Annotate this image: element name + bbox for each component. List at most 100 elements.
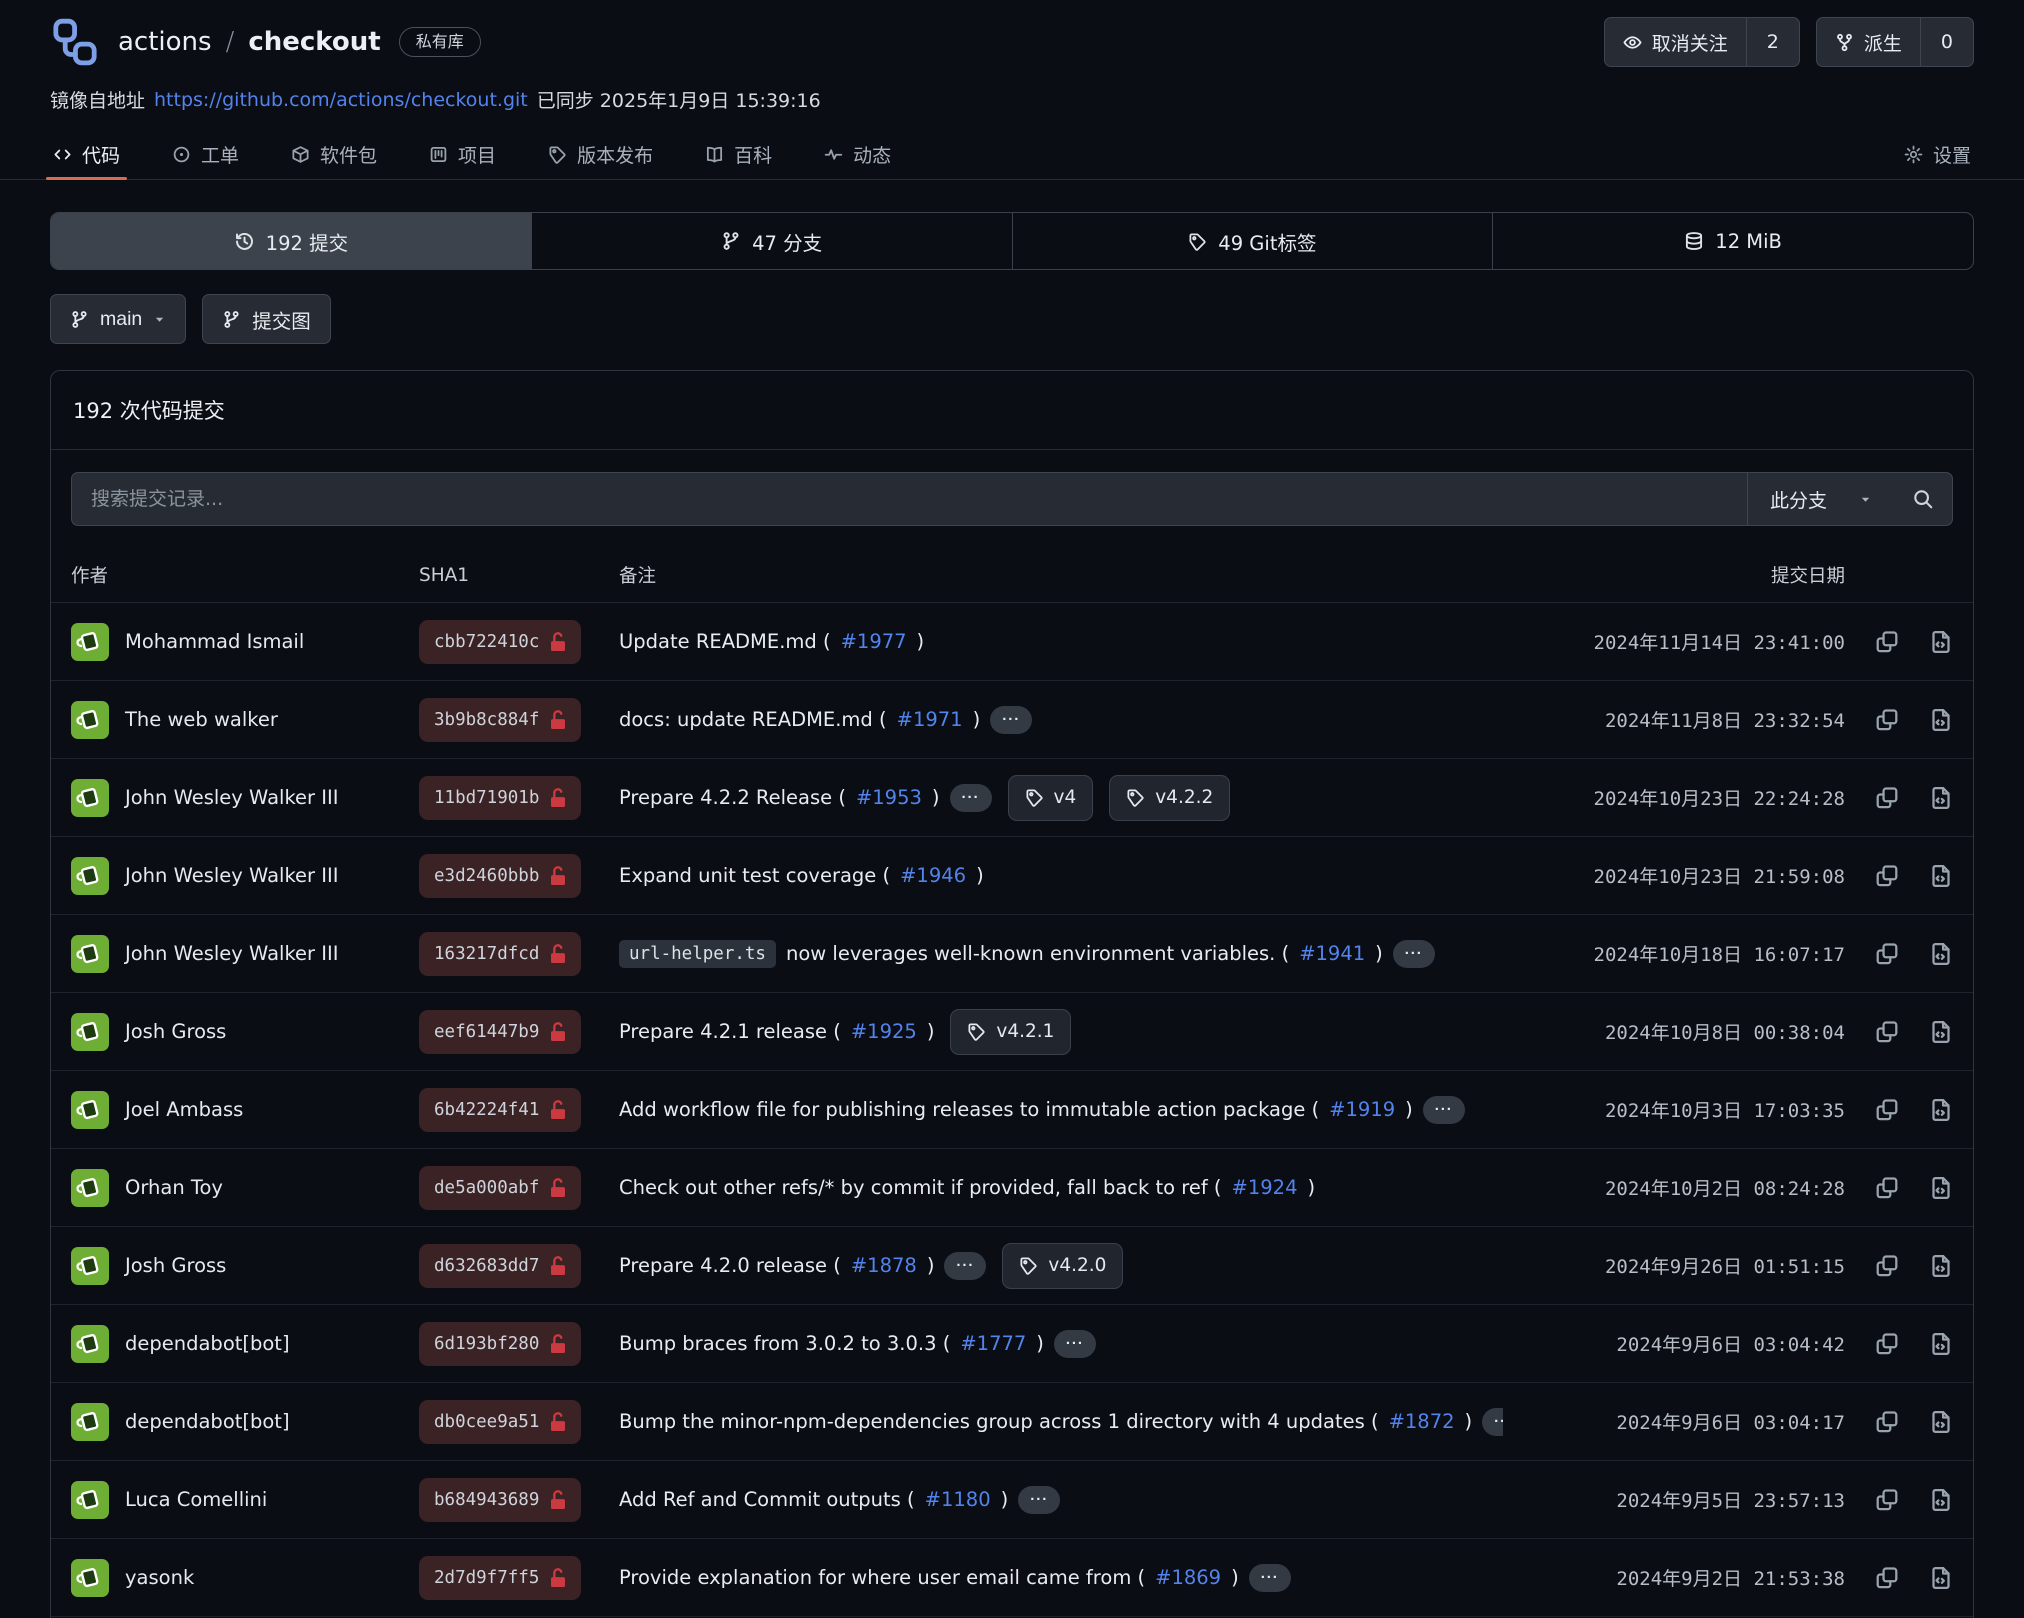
commit-sha-link[interactable]: cbb722410c — [419, 620, 581, 664]
expand-commit-message-button[interactable]: ··· — [990, 706, 1032, 734]
pull-request-link[interactable]: #1872 — [1389, 1410, 1455, 1433]
version-tag-chip[interactable]: v4 — [1008, 775, 1094, 821]
expand-commit-message-button[interactable]: ··· — [1018, 1486, 1060, 1514]
author-avatar[interactable] — [71, 701, 109, 739]
search-button[interactable] — [1894, 473, 1952, 525]
author-avatar[interactable] — [71, 1559, 109, 1597]
expand-commit-message-button[interactable]: ··· — [1393, 940, 1435, 968]
expand-commit-message-button[interactable]: ··· — [950, 784, 992, 812]
author-avatar[interactable] — [71, 935, 109, 973]
pull-request-link[interactable]: #1946 — [900, 864, 966, 887]
author-avatar[interactable] — [71, 1169, 109, 1207]
copy-sha-button[interactable] — [1875, 1488, 1899, 1512]
author-name[interactable]: The web walker — [125, 708, 278, 731]
stat-commits[interactable]: 192 提交 — [51, 213, 532, 269]
tab-settings[interactable]: 设置 — [1901, 129, 1974, 179]
author-name[interactable]: Mohammad Ismail — [125, 630, 304, 653]
browse-source-button[interactable] — [1929, 786, 1953, 810]
tab-releases[interactable]: 版本发布 — [545, 129, 656, 179]
commit-sha-link[interactable]: b684943689 — [419, 1478, 581, 1522]
browse-source-button[interactable] — [1929, 1176, 1953, 1200]
pull-request-link[interactable]: #1925 — [851, 1020, 917, 1043]
author-avatar[interactable] — [71, 1091, 109, 1129]
pull-request-link[interactable]: #1919 — [1329, 1098, 1395, 1121]
pull-request-link[interactable]: #1953 — [856, 786, 922, 809]
stat-tags[interactable]: 49 Git标签 — [1013, 213, 1494, 269]
pull-request-link[interactable]: #1941 — [1299, 942, 1365, 965]
tab-packages[interactable]: 软件包 — [288, 129, 380, 179]
expand-commit-message-button[interactable]: ··· — [1249, 1564, 1291, 1592]
browse-source-button[interactable] — [1929, 1332, 1953, 1356]
author-name[interactable]: yasonk — [125, 1566, 194, 1589]
commit-sha-link[interactable]: 6b42224f41 — [419, 1088, 581, 1132]
commit-sha-link[interactable]: d632683dd7 — [419, 1244, 581, 1288]
author-name[interactable]: John Wesley Walker III — [125, 942, 339, 965]
stat-branches[interactable]: 47 分支 — [532, 213, 1013, 269]
commit-sha-link[interactable]: e3d2460bbb — [419, 854, 581, 898]
browse-source-button[interactable] — [1929, 1098, 1953, 1122]
commit-sha-link[interactable]: db0cee9a51 — [419, 1400, 581, 1444]
browse-source-button[interactable] — [1929, 1254, 1953, 1278]
expand-commit-message-button[interactable]: ··· — [1482, 1408, 1503, 1436]
copy-sha-button[interactable] — [1875, 630, 1899, 654]
breadcrumb-owner[interactable]: actions — [118, 27, 212, 57]
author-avatar[interactable] — [71, 1481, 109, 1519]
pull-request-link[interactable]: #1924 — [1232, 1176, 1298, 1199]
author-name[interactable]: Josh Gross — [125, 1254, 226, 1277]
pull-request-link[interactable]: #1869 — [1155, 1566, 1221, 1589]
author-name[interactable]: Joel Ambass — [125, 1098, 243, 1121]
tab-activity[interactable]: 动态 — [821, 129, 894, 179]
commit-graph-button[interactable]: 提交图 — [202, 294, 331, 344]
author-avatar[interactable] — [71, 1403, 109, 1441]
copy-sha-button[interactable] — [1875, 786, 1899, 810]
commit-sha-link[interactable]: eef61447b9 — [419, 1010, 581, 1054]
tab-wiki[interactable]: 百科 — [702, 129, 775, 179]
fork-button[interactable]: 派生 0 — [1816, 17, 1974, 67]
copy-sha-button[interactable] — [1875, 1020, 1899, 1044]
copy-sha-button[interactable] — [1875, 864, 1899, 888]
forks-count[interactable]: 0 — [1920, 18, 1973, 66]
commit-sha-link[interactable]: 11bd71901b — [419, 776, 581, 820]
browse-source-button[interactable] — [1929, 1566, 1953, 1590]
copy-sha-button[interactable] — [1875, 1410, 1899, 1434]
author-avatar[interactable] — [71, 1325, 109, 1363]
expand-commit-message-button[interactable]: ··· — [1054, 1330, 1096, 1358]
author-name[interactable]: John Wesley Walker III — [125, 786, 339, 809]
author-name[interactable]: dependabot[bot] — [125, 1332, 290, 1355]
author-name[interactable]: Josh Gross — [125, 1020, 226, 1043]
browse-source-button[interactable] — [1929, 942, 1953, 966]
copy-sha-button[interactable] — [1875, 1566, 1899, 1590]
copy-sha-button[interactable] — [1875, 1254, 1899, 1278]
commit-sha-link[interactable]: 6d193bf280 — [419, 1322, 581, 1366]
watchers-count[interactable]: 2 — [1746, 18, 1799, 66]
copy-sha-button[interactable] — [1875, 1176, 1899, 1200]
copy-sha-button[interactable] — [1875, 1332, 1899, 1356]
copy-sha-button[interactable] — [1875, 942, 1899, 966]
pull-request-link[interactable]: #1777 — [960, 1332, 1026, 1355]
browse-source-button[interactable] — [1929, 708, 1953, 732]
author-avatar[interactable] — [71, 1013, 109, 1051]
author-avatar[interactable] — [71, 779, 109, 817]
browse-source-button[interactable] — [1929, 630, 1953, 654]
commit-sha-link[interactable]: de5a000abf — [419, 1166, 581, 1210]
browse-source-button[interactable] — [1929, 1020, 1953, 1044]
tab-projects[interactable]: 项目 — [426, 129, 499, 179]
unwatch-button[interactable]: 取消关注 2 — [1604, 17, 1800, 67]
author-name[interactable]: John Wesley Walker III — [125, 864, 339, 887]
breadcrumb-repo[interactable]: checkout — [248, 27, 380, 57]
branch-selector[interactable]: main — [50, 294, 186, 344]
pull-request-link[interactable]: #1971 — [897, 708, 963, 731]
tab-code[interactable]: 代码 — [50, 129, 123, 179]
pull-request-link[interactable]: #1180 — [925, 1488, 991, 1511]
author-name[interactable]: Orhan Toy — [125, 1176, 223, 1199]
browse-source-button[interactable] — [1929, 1488, 1953, 1512]
pull-request-link[interactable]: #1977 — [841, 630, 907, 653]
author-name[interactable]: dependabot[bot] — [125, 1410, 290, 1433]
search-scope-dropdown[interactable]: 此分支 — [1747, 473, 1894, 525]
expand-commit-message-button[interactable]: ··· — [1423, 1096, 1465, 1124]
tab-issues[interactable]: 工单 — [169, 129, 242, 179]
commit-search-input[interactable] — [72, 473, 1747, 525]
version-tag-chip[interactable]: v4.2.2 — [1109, 775, 1230, 821]
commit-sha-link[interactable]: 2d7d9f7ff5 — [419, 1556, 581, 1600]
browse-source-button[interactable] — [1929, 1410, 1953, 1434]
